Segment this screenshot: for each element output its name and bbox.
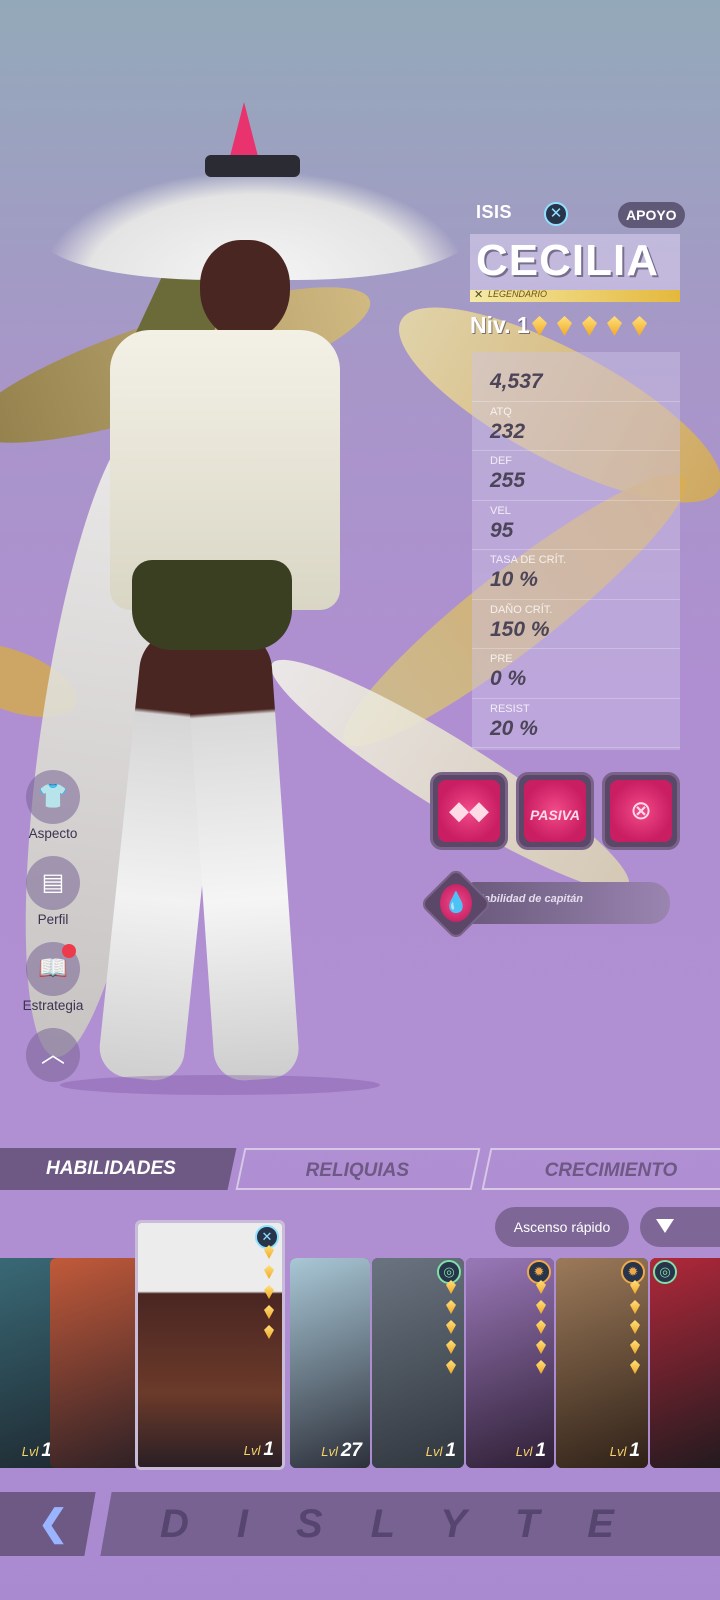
character-name: CECILIA [476, 236, 659, 285]
element-icon: ◎ [653, 1260, 677, 1284]
name-plate: CECILIA [470, 234, 680, 290]
skill-3-button[interactable]: ⊗ [602, 772, 680, 850]
stat-resist: RESIST 20 % [472, 699, 680, 748]
role-badge: APOYO [618, 202, 685, 228]
tab-crecimiento[interactable]: CRECIMIENTO [481, 1148, 720, 1190]
passive-skill-button[interactable]: PASIVA [516, 772, 594, 850]
side-item-label: Estrategia [22, 998, 84, 1013]
rarity-bar: ✕ LEGENDARIO [470, 289, 680, 302]
card-level: Lvl 1 [243, 1439, 274, 1460]
passive-skill-label: PASIVA [524, 780, 586, 842]
diamonds-skill-icon: ◆◆ [438, 780, 500, 842]
id-card-icon: ▤ [26, 856, 80, 910]
side-menu: 👕 Aspecto ▤ Perfil 📖 Estrategia ︿ [20, 770, 86, 1114]
crosshair-skill-icon: ⊗ [610, 780, 672, 842]
side-item-estrategia[interactable]: 📖 Estrategia [20, 942, 86, 1028]
character-card[interactable]: ✹ Lvl 1 [466, 1258, 554, 1468]
brand-logo: DISLYTE [160, 1502, 662, 1546]
skills-row: ◆◆ PASIVA ⊗ [430, 772, 685, 852]
shirt-icon: 👕 [26, 770, 80, 824]
collapse-menu-button[interactable]: ︿ [20, 1028, 86, 1114]
star-icon [607, 316, 622, 336]
faction-label: ISIS [476, 202, 513, 222]
character-card[interactable]: Lvl 27 [290, 1258, 370, 1468]
side-item-label: Perfil [37, 912, 69, 927]
card-level: Lvl 27 [321, 1440, 362, 1461]
chevron-up-icon: ︿ [26, 1028, 80, 1082]
star-rating [532, 316, 657, 341]
star-icon [582, 316, 597, 336]
character-card-selected[interactable]: ✕ Lvl 1 [135, 1220, 285, 1470]
droplet-icon: 💧 [440, 884, 472, 922]
stats-panel[interactable]: 4,537 ATQ 232 DEF 255 VEL 95 TASA DE CRÍT. 1… [472, 352, 680, 750]
stat-value: 95 [490, 518, 514, 542]
card-level: Lvl 1 [515, 1440, 546, 1461]
level-label: Niv. 1 [470, 312, 530, 338]
side-item-aspecto[interactable]: 👕 Aspecto [20, 770, 86, 856]
card-stars [536, 1280, 548, 1380]
star-icon [557, 316, 572, 336]
stat-spd: VEL 95 [472, 501, 680, 550]
stat-def: DEF 255 [472, 451, 680, 501]
rarity-icon: ✕ [474, 289, 484, 301]
stat-value: 255 [490, 469, 526, 492]
card-level: Lvl 1 [425, 1440, 456, 1461]
character-card[interactable]: ◎ Lvl 1 [372, 1258, 464, 1468]
card-stars [446, 1280, 458, 1380]
card-level: Lvl 1 [609, 1440, 640, 1461]
stat-crit-dmg: DAÑO CRÍT. 150 % [472, 600, 680, 649]
tab-bar: HABILIDADES RELIQUIAS CRECIMIENTO [0, 1148, 720, 1192]
stat-value: 10 % [490, 568, 538, 591]
skill-1-button[interactable]: ◆◆ [430, 772, 508, 850]
captain-skill-button[interactable]: Habilidad de capitán 💧 [419, 867, 675, 941]
card-stars [630, 1280, 642, 1380]
notification-dot [62, 944, 76, 958]
stat-acc: PRE 0 % [472, 649, 680, 699]
star-icon [532, 316, 547, 336]
card-level: Lvl 1 [21, 1440, 52, 1461]
rarity-label: LEGENDARIO [488, 289, 548, 299]
stat-value: 4,537 [490, 370, 543, 393]
side-item-label: Aspecto [28, 826, 78, 841]
card-stars [264, 1245, 276, 1345]
stat-crit-rate: TASA DE CRÍT. 10 % [472, 550, 680, 600]
tab-habilidades[interactable]: HABILIDADES [0, 1148, 237, 1190]
character-card[interactable]: ✹ Lvl 1 [556, 1258, 648, 1468]
stat-hp: 4,537 [472, 352, 680, 402]
level-row: Niv. 1 [470, 312, 680, 342]
star-icon [632, 316, 647, 336]
character-card[interactable]: ◎ [650, 1258, 720, 1468]
bottom-bar: ❮ DISLYTE [0, 1492, 720, 1556]
stat-value: 0 % [490, 667, 527, 690]
stat-value: 20 % [490, 716, 538, 740]
stat-value: 150 % [490, 617, 550, 641]
side-item-perfil[interactable]: ▤ Perfil [20, 856, 86, 942]
stat-value: 232 [490, 419, 526, 443]
element-icon[interactable]: ✕ [544, 202, 568, 226]
tab-reliquias[interactable]: RELIQUIAS [235, 1148, 481, 1190]
back-arrow-icon: ❮ [38, 1502, 69, 1543]
character-roster: Lvl 1 ✕ Lvl 1 Lvl 27 ◎ Lvl 1 ✹ Lvl 1 ✹ Lvl 1 ◎ [0, 1220, 720, 1480]
stat-atk: ATQ 232 [472, 402, 680, 451]
captain-skill-label: Habilidad de capitán [476, 893, 583, 905]
